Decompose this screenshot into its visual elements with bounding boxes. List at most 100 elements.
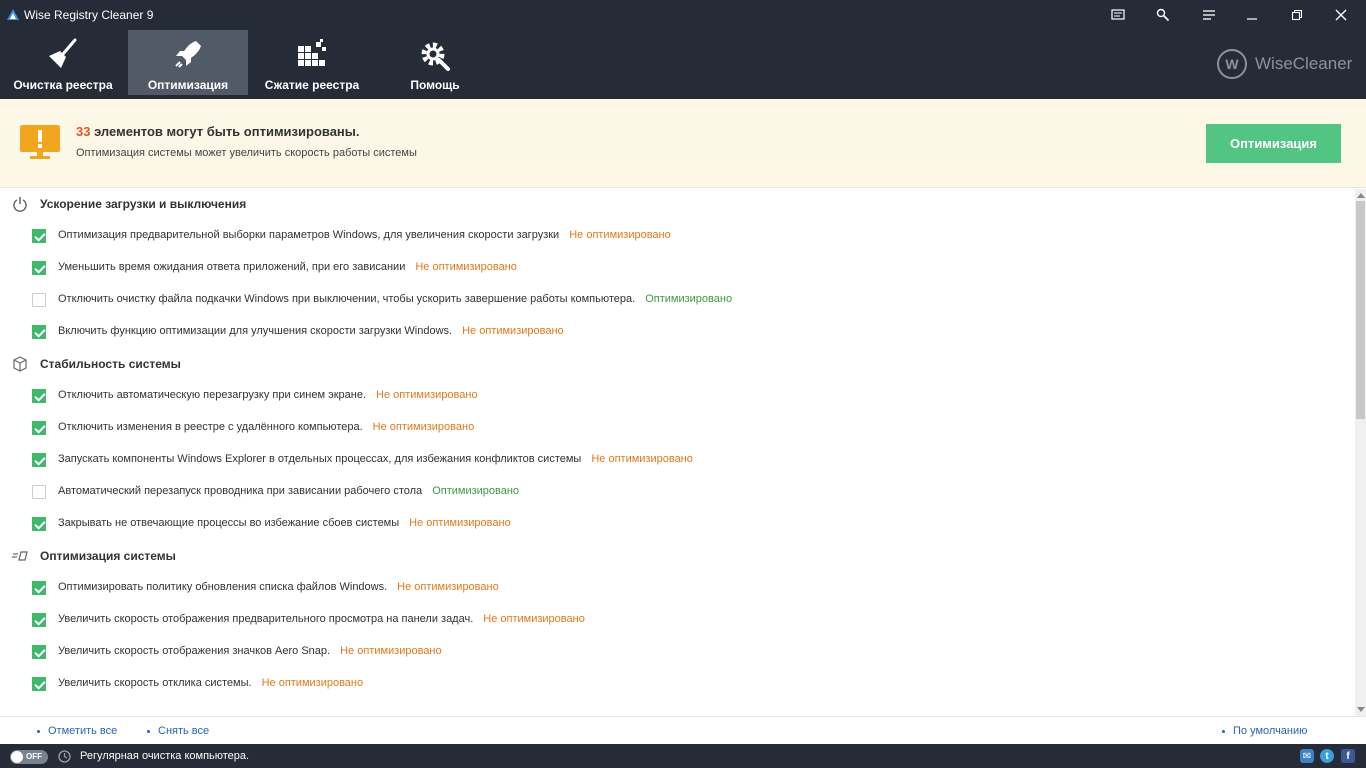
tab-label: Сжатие реестра <box>264 78 360 92</box>
scroll-up-icon[interactable] <box>1357 193 1365 198</box>
item-label: Закрывать не отвечающие процессы во избе… <box>58 517 400 529</box>
list-item: Отключить автоматическую перезагрузку пр… <box>0 380 1355 412</box>
item-checkbox[interactable] <box>32 581 46 595</box>
close-button[interactable] <box>1318 0 1364 30</box>
brand-name: WiseCleaner <box>1255 54 1353 73</box>
item-checkbox[interactable] <box>32 293 46 307</box>
category-title: Ускорение загрузки и выключения <box>40 197 247 211</box>
item-label: Запускать компоненты Windows Explorer в … <box>58 453 582 465</box>
category-title: Оптимизация системы <box>40 549 176 563</box>
item-checkbox[interactable] <box>32 645 46 659</box>
item-checkbox[interactable] <box>32 677 46 691</box>
list-scrollbar[interactable] <box>1355 189 1366 716</box>
twitter-icon[interactable]: t <box>1320 749 1334 763</box>
default-link[interactable]: По умолчанию <box>1221 725 1307 737</box>
toggle-label: OFF <box>26 752 42 761</box>
tab-registry-defrag[interactable]: Сжатие реестра <box>250 30 374 95</box>
list-item: Включить функцию оптимизации для улучшен… <box>0 316 1355 348</box>
tab-help[interactable]: Помощь <box>376 30 494 95</box>
minimize-icon <box>1247 18 1257 20</box>
item-status: Не оптимизировано <box>372 421 475 433</box>
headline-text: элементов могут быть оптимизированы. <box>90 124 360 139</box>
list-item: Увеличить скорость отклика системы. Не оп… <box>0 668 1355 700</box>
item-checkbox[interactable] <box>32 421 46 435</box>
item-checkbox[interactable] <box>32 613 46 627</box>
title-bar: Wise Registry Cleaner 9 <box>0 0 1366 30</box>
item-label: Включить функцию оптимизации для улучшен… <box>58 325 453 337</box>
status-text: Регулярная очистка компьютера. <box>80 750 250 762</box>
scheduled-cleaning-toggle[interactable]: OFF <box>10 750 48 764</box>
blocks-icon <box>298 39 326 66</box>
item-status: Не оптимизировано <box>261 677 364 689</box>
gear-wrench-icon <box>421 42 450 71</box>
list-item: Автоматический перезапуск проводника при… <box>0 476 1355 508</box>
item-status: Оптимизировано <box>645 293 733 305</box>
item-label: Увеличить скорость отображения предварит… <box>58 613 474 625</box>
close-icon <box>1335 9 1347 21</box>
status-bar: OFF Регулярная очистка компьютера. ✉ t f <box>0 744 1366 768</box>
feedback-button[interactable] <box>1095 0 1141 30</box>
item-status: Не оптимизировано <box>340 645 442 657</box>
item-status: Не оптимизировано <box>397 581 499 593</box>
window-title: Wise Registry Cleaner 9 <box>24 8 154 22</box>
message-icon <box>1111 9 1125 20</box>
rocket-icon <box>175 41 201 68</box>
tab-optimization[interactable]: Оптимизация <box>128 30 248 95</box>
item-checkbox[interactable] <box>32 229 46 243</box>
select-all-link[interactable]: Отметить все <box>36 725 117 737</box>
item-label: Отключить автоматическую перезагрузку пр… <box>58 389 367 401</box>
list-item: Отключить изменения в реестре с удалённо… <box>0 412 1355 444</box>
monitor-warning-icon <box>20 125 60 159</box>
list-footer: Отметить все Снять все По умолчанию <box>0 716 1366 744</box>
item-checkbox[interactable] <box>32 485 46 499</box>
tab-label: Оптимизация <box>147 78 229 92</box>
status-banner: 33 элементов могут быть оптимизированы. … <box>0 99 1366 188</box>
list-item: Закрывать не отвечающие процессы во избе… <box>0 508 1355 540</box>
item-status: Не оптимизировано <box>409 517 511 529</box>
item-label: Отключить очистку файла подкачки Windows… <box>58 293 636 305</box>
facebook-icon[interactable]: f <box>1341 749 1355 763</box>
toggle-knob <box>11 751 23 763</box>
banner-headline: 33 элементов могут быть оптимизированы. <box>76 124 360 139</box>
tools-button[interactable] <box>1140 0 1186 30</box>
power-icon <box>13 197 27 212</box>
list-item: Увеличить скорость отображения предварит… <box>0 604 1355 636</box>
email-icon[interactable]: ✉ <box>1300 749 1314 763</box>
list-item: Оптимизировать политику обновления списк… <box>0 572 1355 604</box>
clock-icon <box>58 750 71 763</box>
item-label: Оптимизация предварительной выборки пара… <box>58 229 560 241</box>
optimize-button[interactable]: Оптимизация <box>1206 124 1341 163</box>
cube-icon <box>13 356 27 372</box>
speed-icon <box>12 551 28 561</box>
item-label: Отключить изменения в реестре с удалённо… <box>58 421 363 433</box>
list-item: Отключить очистку файла подкачки Windows… <box>0 284 1355 316</box>
item-status: Не оптимизировано <box>483 613 585 625</box>
list-item: Оптимизация предварительной выборки пара… <box>0 220 1355 252</box>
item-checkbox[interactable] <box>32 389 46 403</box>
item-checkbox[interactable] <box>32 325 46 339</box>
item-label: Увеличить скорость отклика системы. <box>58 677 252 689</box>
tab-registry-cleaner[interactable]: Очистка реестра <box>0 30 126 95</box>
scroll-thumb[interactable] <box>1356 201 1365 419</box>
optimization-list: Ускорение загрузки и выключения Оптимиза… <box>0 189 1355 716</box>
list-item: Запускать компоненты Windows Explorer в … <box>0 444 1355 476</box>
item-checkbox[interactable] <box>32 453 46 467</box>
item-checkbox[interactable] <box>32 261 46 275</box>
wrench-icon <box>1156 8 1170 22</box>
menu-icon <box>1203 10 1215 20</box>
wisecleaner-logo[interactable]: W WiseCleaner <box>1217 49 1352 79</box>
item-label: Автоматический перезапуск проводника при… <box>58 485 423 497</box>
item-label: Увеличить скорость отображения значков A… <box>58 645 331 657</box>
item-status: Не оптимизировано <box>591 453 693 465</box>
minimize-button[interactable] <box>1229 0 1275 30</box>
item-status: Не оптимизировано <box>462 325 564 337</box>
item-status: Оптимизировано <box>432 485 520 497</box>
menu-button[interactable] <box>1186 0 1232 30</box>
list-item: Увеличить скорость отображения значков A… <box>0 636 1355 668</box>
item-checkbox[interactable] <box>32 517 46 531</box>
deselect-all-link[interactable]: Снять все <box>146 725 209 737</box>
restore-button[interactable] <box>1274 0 1320 30</box>
broom-icon <box>49 38 77 68</box>
scroll-down-icon[interactable] <box>1357 707 1365 712</box>
brand-logo-icon: W <box>1217 49 1247 79</box>
